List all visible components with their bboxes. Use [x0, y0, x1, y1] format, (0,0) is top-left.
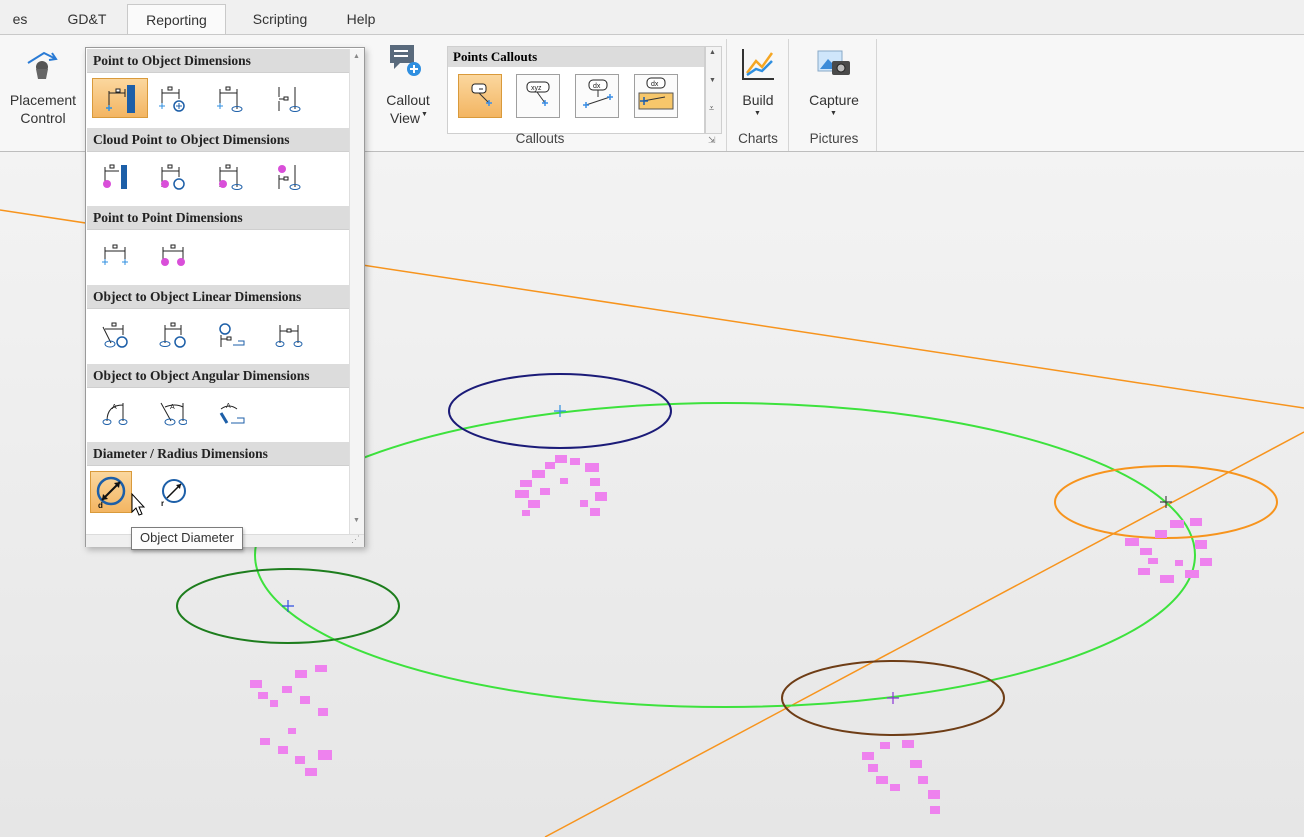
point-to-circle-icon — [159, 86, 185, 112]
radius-icon: r — [161, 479, 186, 507]
cylinder-to-circle-button[interactable] — [156, 318, 189, 351]
point-to-cylinder-icon — [278, 87, 301, 112]
diameter-icon: d — [96, 476, 126, 509]
radius-button[interactable]: r — [156, 474, 189, 507]
point-cloud-3[interactable] — [250, 665, 332, 776]
section-header: Object to Object Angular Dimensions — [87, 364, 349, 388]
scroll-up-icon[interactable]: ▲ — [353, 53, 360, 60]
cloud-to-cylinder-icon — [278, 165, 301, 190]
circle-to-plane-button[interactable] — [214, 318, 247, 351]
cloud-to-cloud-button[interactable] — [156, 238, 189, 271]
green-circle-feature[interactable] — [254, 402, 1196, 708]
mouse-cursor-icon — [131, 493, 146, 516]
point-cloud-2[interactable] — [1125, 518, 1212, 583]
point-to-plane-icon — [106, 85, 135, 113]
point-to-line-icon — [217, 86, 243, 112]
section-header: Object to Object Linear Dimensions — [87, 285, 349, 309]
cylinder-to-circle-icon — [159, 322, 186, 348]
cloud-to-cylinder-button[interactable] — [272, 160, 305, 193]
cloud-to-circle-button[interactable] — [156, 160, 189, 193]
cloud-to-plane-icon — [103, 164, 127, 189]
svg-text:A: A — [170, 404, 175, 411]
center-point-marker — [554, 405, 566, 417]
scroll-down-icon[interactable]: ▼ — [353, 517, 360, 524]
line-to-circle-icon — [102, 322, 128, 348]
dropdown-scrollbar[interactable]: ▲ ▼ — [349, 49, 364, 535]
cloud-to-cloud-icon — [161, 244, 185, 266]
svg-text:A: A — [112, 404, 117, 411]
svg-text:A: A — [226, 403, 231, 410]
cloud-to-plane-button[interactable] — [98, 160, 131, 193]
point-cloud-4[interactable] — [862, 740, 940, 814]
cylinder-to-cylinder-icon — [275, 325, 303, 347]
point-to-circle-button[interactable] — [156, 82, 189, 115]
circle-to-plane-icon — [219, 323, 245, 347]
cylinder-to-cylinder-button[interactable] — [272, 318, 305, 351]
point-to-line-button[interactable] — [214, 82, 247, 115]
resize-grip-icon[interactable]: ⋰ — [351, 534, 360, 545]
tooltip: Object Diameter — [131, 527, 243, 550]
section-header: Point to Point Dimensions — [87, 206, 349, 230]
line-to-circle-button[interactable] — [98, 318, 131, 351]
point-to-plane-button[interactable] — [92, 78, 148, 118]
cloud-to-line-icon — [219, 164, 243, 190]
angle-plane-icon: A — [219, 403, 245, 424]
cloud-to-circle-icon — [161, 164, 185, 190]
point-to-point-button[interactable] — [98, 238, 131, 271]
cloud-to-line-button[interactable] — [214, 160, 247, 193]
angle-line-button[interactable]: A — [156, 396, 189, 429]
section-header: Cloud Point to Object Dimensions — [87, 128, 349, 152]
point-to-cylinder-button[interactable] — [272, 82, 305, 115]
angle-cylinder-button[interactable]: A — [98, 396, 131, 429]
diameter-button[interactable]: d — [90, 471, 132, 513]
section-header: Diameter / Radius Dimensions — [87, 442, 349, 466]
angle-cylinder-icon: A — [102, 403, 128, 425]
center-point-marker — [282, 600, 294, 612]
point-cloud-1[interactable] — [515, 455, 607, 516]
angle-plane-button[interactable]: A — [214, 396, 247, 429]
dimensions-dropdown-gallery: Point to Object Dimensions Cloud Point t… — [85, 47, 365, 547]
center-point-marker — [887, 692, 899, 704]
section-header: Point to Object Dimensions — [87, 49, 349, 73]
point-to-point-icon — [102, 244, 128, 265]
svg-text:r: r — [161, 499, 164, 507]
angle-line-icon: A — [160, 402, 187, 426]
svg-text:d: d — [98, 501, 103, 509]
